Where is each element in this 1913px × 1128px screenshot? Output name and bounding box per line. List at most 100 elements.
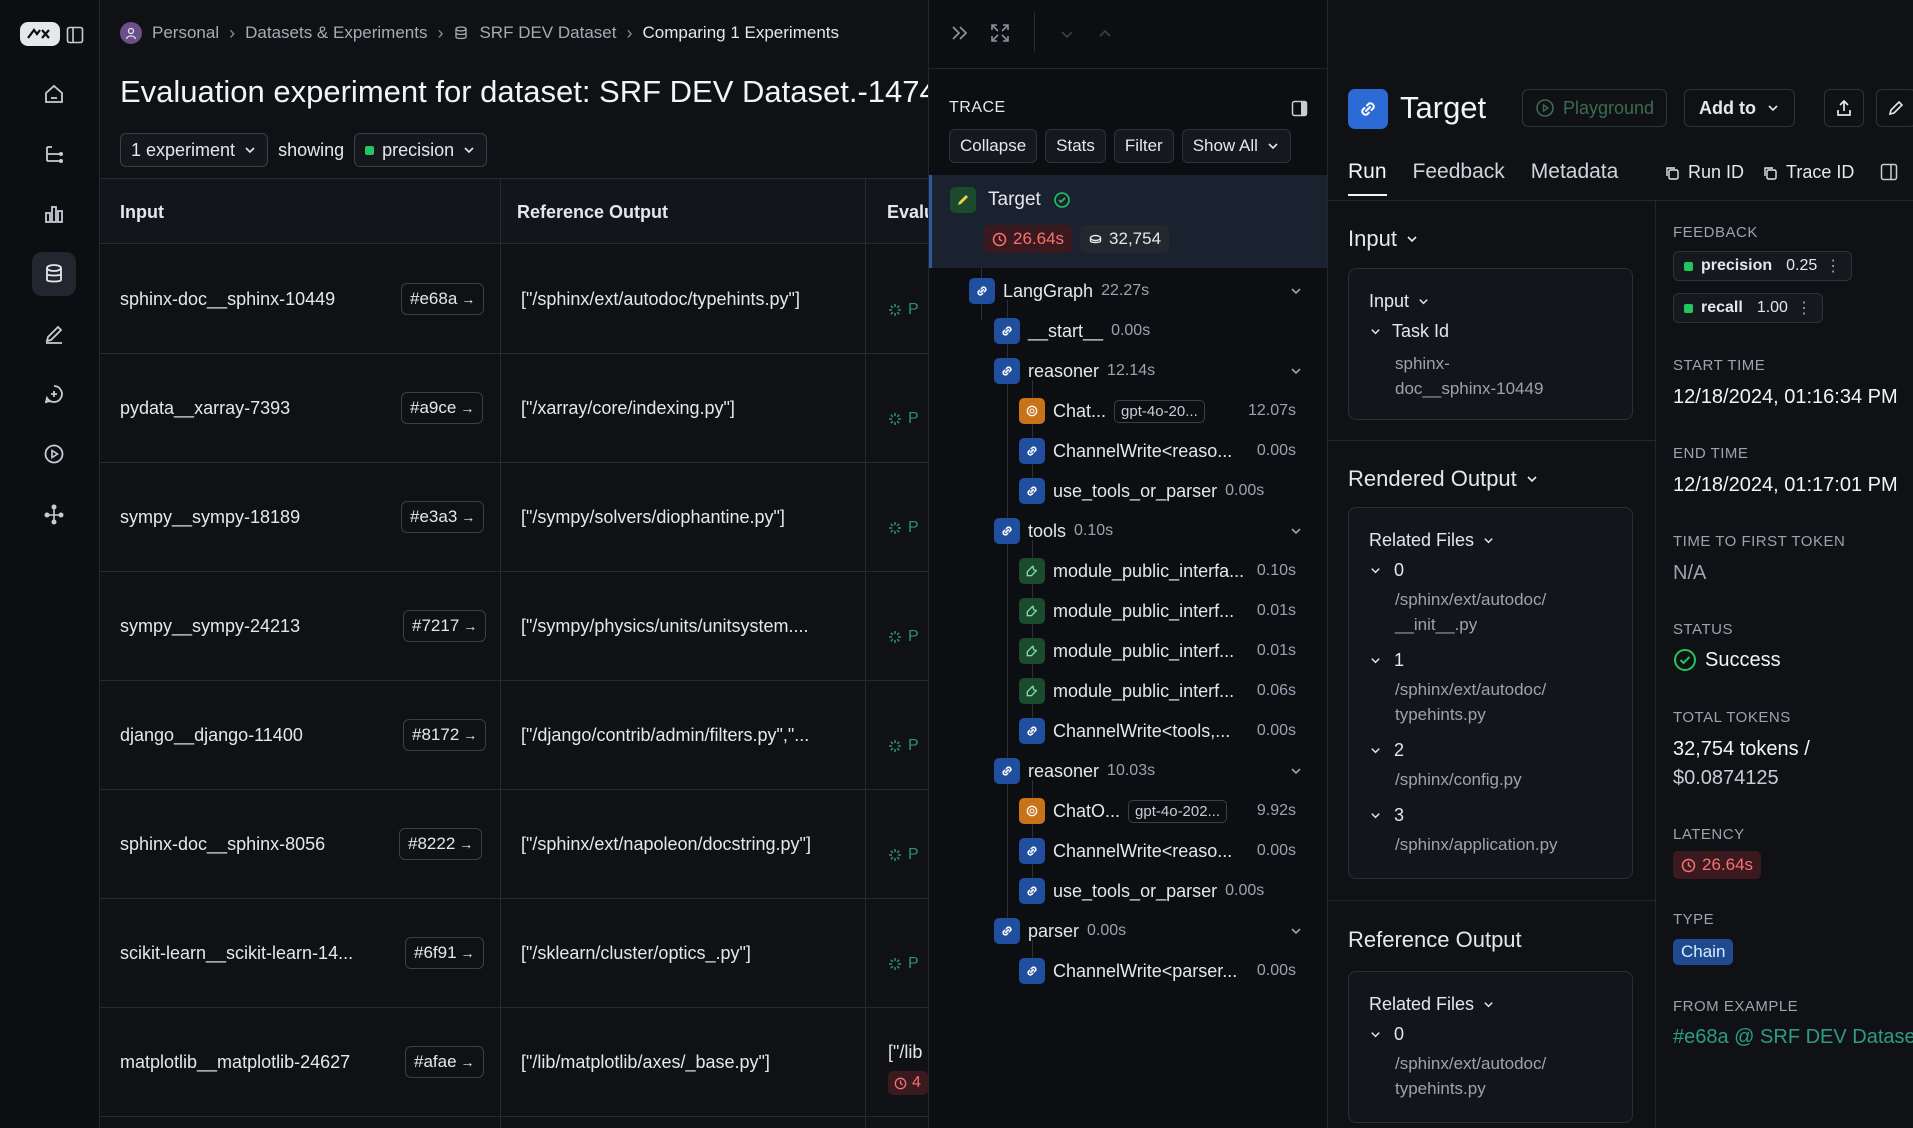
trace-id-button[interactable]: Trace ID [1762, 162, 1854, 183]
column-header-reference[interactable]: Reference Output [517, 179, 668, 245]
table-row[interactable]: sphinx-doc__sphinx-10449 #e68a → ["/sphi… [100, 245, 928, 354]
related-file-item[interactable]: 1 /sphinx/ext/autodoc/ typehints.py [1369, 650, 1546, 727]
example-link-button[interactable]: #e3a3 → [401, 501, 485, 533]
example-link-button[interactable]: #7217 → [403, 610, 487, 642]
collapse-panel-icon[interactable] [949, 22, 971, 44]
feedback-score-pill[interactable]: recall 1.00 ⋮ [1673, 293, 1823, 323]
breadcrumb-personal[interactable]: Personal [152, 23, 219, 43]
run-id-button[interactable]: Run ID [1664, 162, 1744, 183]
table-row[interactable]: sympy__sympy-24213 #7217 → ["/sympy/phys… [100, 572, 928, 681]
trace-node[interactable]: module_public_interfa... 0.10s [1019, 556, 1296, 586]
chevron-down-icon[interactable] [1289, 524, 1303, 538]
trace-node[interactable]: use_tools_or_parser 0.00s [1019, 476, 1264, 506]
related-file-item[interactable]: 0 /sphinx/ext/autodoc/ __init__.py [1369, 560, 1546, 637]
playground-button[interactable]: Playground [1522, 89, 1668, 127]
related-file-item[interactable]: 3 /sphinx/application.py [1369, 805, 1558, 857]
related-file-item[interactable]: 2 /sphinx/config.py [1369, 740, 1522, 792]
table-row[interactable]: pydata__xarray-7393 #a9ce → ["/xarray/co… [100, 354, 928, 463]
example-link-button[interactable]: #6f91 → [405, 937, 484, 969]
stats-button[interactable]: Stats [1045, 129, 1106, 163]
table-row[interactable]: django__django-11400 #8172 → ["/django/c… [100, 681, 928, 790]
from-example-link[interactable]: #e68a @ SRF DEV Dataset [1673, 1026, 1913, 1049]
trace-node[interactable]: ChatO... gpt-4o-202... 9.92s [1019, 796, 1296, 826]
feedback-score-pill[interactable]: precision 0.25 ⋮ [1673, 251, 1853, 281]
example-link-button[interactable]: #e68a → [401, 283, 485, 315]
chevron-down-icon[interactable] [1289, 284, 1303, 298]
input-section-header[interactable]: Input [1348, 226, 1419, 252]
tree-icon[interactable] [32, 132, 76, 176]
hub-icon[interactable] [32, 492, 76, 536]
input-sub-label: Input [1369, 291, 1410, 311]
trace-root-node[interactable]: Target 26.64s 32,754 [929, 175, 1327, 268]
trace-node[interactable]: module_public_interf... 0.01s [1019, 596, 1296, 626]
tab-feedback[interactable]: Feedback [1413, 160, 1505, 196]
chevron-down-icon[interactable] [1289, 764, 1303, 778]
breadcrumb-datasets[interactable]: Datasets & Experiments [245, 23, 427, 43]
table-row[interactable]: scikit-learn__scikit-learn-14... #6f91 →… [100, 899, 928, 1008]
column-header-input[interactable]: Input [120, 179, 164, 245]
panel-layout-icon[interactable] [1880, 163, 1898, 181]
more-vertical-icon[interactable]: ⋮ [1796, 298, 1812, 318]
input-sub-toggle[interactable]: Input [1369, 291, 1430, 312]
example-link-button[interactable]: #8172 → [403, 719, 487, 751]
chevron-up-icon[interactable] [1097, 26, 1113, 42]
trace-node[interactable]: module_public_interf... 0.06s [1019, 676, 1296, 706]
chart-bar-icon[interactable] [32, 192, 76, 236]
expand-icon[interactable] [989, 22, 1011, 44]
chevron-down-icon[interactable] [1289, 924, 1303, 938]
chevron-down-icon[interactable] [1059, 26, 1075, 42]
share-icon[interactable] [1824, 89, 1864, 127]
collapse-button[interactable]: Collapse [949, 129, 1038, 163]
sidebar-toggle-icon[interactable] [66, 26, 84, 44]
panel-layout-icon[interactable] [1291, 100, 1308, 117]
chevron-down-icon [1371, 748, 1380, 754]
filter-button[interactable]: Filter [1113, 129, 1174, 163]
trace-node[interactable]: ChannelWrite<parser... 0.00s [1019, 956, 1296, 986]
add-to-button[interactable]: Add to [1684, 89, 1795, 127]
home-icon[interactable] [32, 72, 76, 116]
chevron-down-icon[interactable] [1289, 364, 1303, 378]
trace-node[interactable]: ChannelWrite<reaso... 0.00s [1019, 436, 1296, 466]
pen-icon[interactable] [32, 312, 76, 356]
trace-node[interactable]: ChannelWrite<tools,... 0.00s [1019, 716, 1296, 746]
chat-plus-icon[interactable] [32, 372, 76, 416]
trace-node[interactable]: reasoner 10.03s [994, 756, 1155, 786]
example-link-button[interactable]: #8222 → [399, 828, 483, 860]
experiment-select[interactable]: 1 experiment [120, 133, 269, 167]
table-row[interactable]: matplotlib__matplotlib-24627 #afae → ["/… [100, 1008, 928, 1117]
arrow-right-icon: → [459, 836, 474, 852]
trace-node[interactable]: __start__ 0.00s [994, 316, 1150, 346]
tab-run[interactable]: Run [1348, 160, 1387, 196]
play-circle-icon[interactable] [32, 432, 76, 476]
rendered-output-header[interactable]: Rendered Output [1348, 466, 1539, 492]
tab-metadata[interactable]: Metadata [1531, 160, 1619, 196]
trace-node[interactable]: tools 0.10s [994, 516, 1113, 546]
related-file-item[interactable]: 0 /sphinx/ext/autodoc/ typehints.py [1369, 1024, 1546, 1101]
metric-select[interactable]: precision [354, 133, 488, 167]
trace-node[interactable]: parser 0.00s [994, 916, 1126, 946]
related-files-toggle[interactable]: Related Files [1369, 530, 1495, 551]
reference-output-header[interactable]: Reference Output [1348, 927, 1522, 953]
breadcrumb-dataset[interactable]: SRF DEV Dataset [479, 23, 616, 43]
table-row[interactable]: sphinx-doc__sphinx-8056 #8222 → ["/sphin… [100, 790, 928, 899]
column-header-evaluation[interactable]: Evalu [887, 179, 928, 245]
edit-icon[interactable] [1876, 89, 1913, 127]
table-row[interactable]: sympy__sympy-18189 #e3a3 → ["/sympy/solv… [100, 463, 928, 572]
trace-node[interactable]: reasoner 12.14s [994, 356, 1155, 386]
experiment-main: Personal › Datasets & Experiments › SRF … [100, 0, 928, 1128]
trace-node[interactable]: module_public_interf... 0.01s [1019, 636, 1296, 666]
trace-node[interactable]: use_tools_or_parser 0.00s [1019, 876, 1264, 906]
related-files-toggle[interactable]: Related Files [1369, 994, 1495, 1015]
database-icon[interactable] [32, 252, 76, 296]
trace-node-name: __start__ [1028, 320, 1104, 341]
trace-node[interactable]: Chat... gpt-4o-20... 12.07s [1019, 396, 1296, 426]
trace-node[interactable]: ChannelWrite<reaso... 0.00s [1019, 836, 1296, 866]
more-vertical-icon[interactable]: ⋮ [1825, 256, 1841, 276]
trace-node[interactable]: LangGraph 22.27s [969, 276, 1149, 306]
example-link-button[interactable]: #a9ce → [401, 392, 484, 424]
task-id-toggle[interactable]: Task Id [1369, 321, 1449, 342]
logo-icon[interactable] [20, 22, 60, 46]
task-id-value-line: doc__sphinx-10449 [1395, 379, 1544, 398]
example-link-button[interactable]: #afae → [405, 1046, 484, 1078]
show-all-button[interactable]: Show All [1181, 129, 1291, 163]
